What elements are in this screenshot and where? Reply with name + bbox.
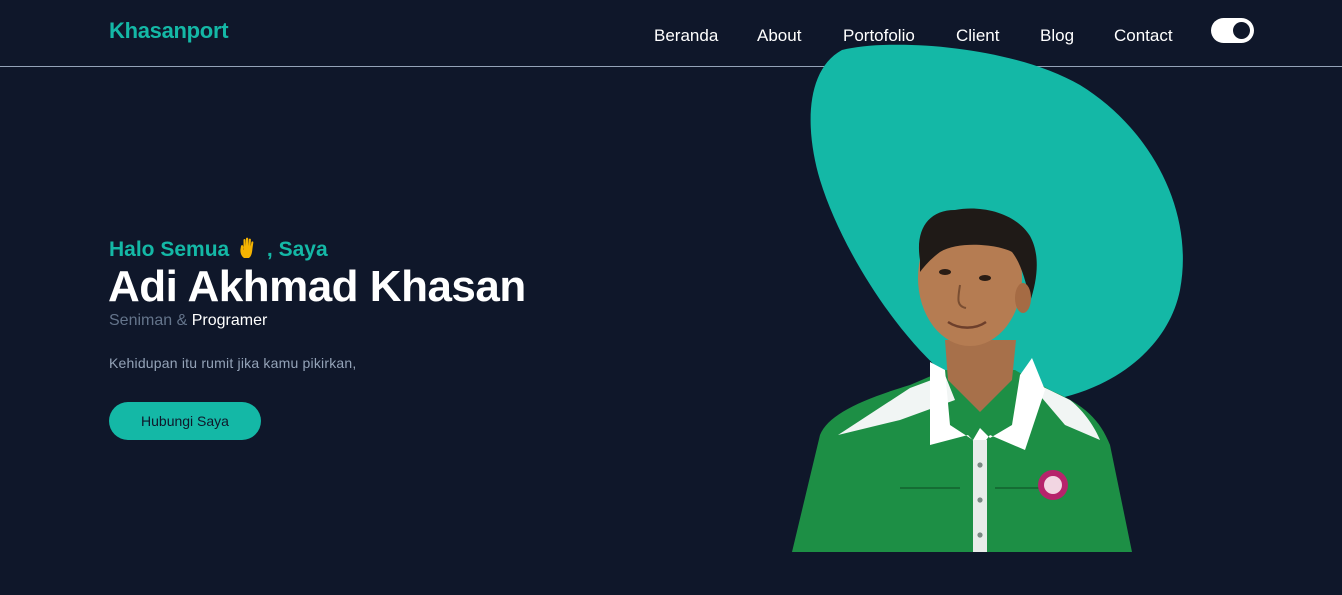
greeting-prefix: Halo Semua xyxy=(109,238,230,261)
hero-roles: Seniman & Programer xyxy=(109,312,267,330)
toggle-knob xyxy=(1233,22,1250,39)
brand-logo[interactable]: Khasanport xyxy=(109,18,229,44)
portrait-photo xyxy=(792,44,1183,552)
hero-name: Adi Akhmad Khasan xyxy=(108,262,526,311)
role-programmer: Programer xyxy=(191,312,268,329)
waving-hand-icon xyxy=(240,237,254,258)
hero-greeting: Halo Semua , Saya xyxy=(109,237,328,262)
greeting-suffix: , Saya xyxy=(266,238,328,261)
theme-toggle[interactable] xyxy=(1211,18,1254,43)
nav-item-beranda[interactable]: Beranda xyxy=(654,26,718,46)
contact-me-button[interactable]: Hubungi Saya xyxy=(109,402,261,440)
hero-tagline: Kehidupan itu rumit jika kamu pikirkan, xyxy=(109,355,357,371)
role-separator: & xyxy=(176,312,188,329)
role-artist: Seniman xyxy=(109,312,173,329)
page: Khasanport Beranda About Portofolio Clie… xyxy=(0,0,1342,595)
shirt-shape xyxy=(792,370,1132,552)
